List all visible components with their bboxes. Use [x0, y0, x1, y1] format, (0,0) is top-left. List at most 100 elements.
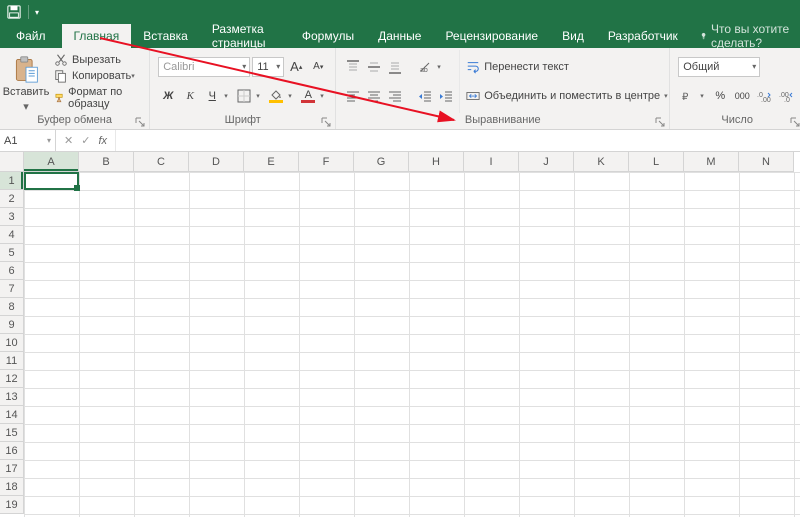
- align-left-button[interactable]: [344, 87, 362, 105]
- row-head-7[interactable]: 7: [0, 280, 24, 298]
- orientation-dropdown-icon[interactable]: ▾: [437, 63, 445, 71]
- increase-indent-button[interactable]: [437, 87, 455, 105]
- paste-dropdown-icon[interactable]: ▾: [23, 100, 29, 113]
- col-head-C[interactable]: C: [134, 152, 189, 172]
- formula-input[interactable]: [116, 130, 800, 151]
- col-head-B[interactable]: B: [79, 152, 134, 172]
- underline-dropdown-icon[interactable]: ▾: [224, 92, 232, 100]
- tab-home[interactable]: Главная: [62, 24, 132, 48]
- underline-button[interactable]: Ч: [202, 86, 222, 106]
- tell-me-search[interactable]: Что вы хотите сделать?: [690, 24, 800, 48]
- col-head-L[interactable]: L: [629, 152, 684, 172]
- orientation-button[interactable]: ab: [416, 58, 434, 76]
- tab-developer[interactable]: Разработчик: [596, 24, 690, 48]
- italic-button[interactable]: К: [180, 86, 200, 106]
- enter-formula-button[interactable]: ✓: [81, 134, 90, 147]
- row-head-17[interactable]: 17: [0, 460, 24, 478]
- borders-dropdown-icon[interactable]: ▾: [256, 92, 264, 100]
- svg-text:.0: .0: [784, 97, 790, 103]
- tab-data[interactable]: Данные: [366, 24, 433, 48]
- cancel-formula-button[interactable]: ✕: [64, 134, 73, 147]
- row-head-2[interactable]: 2: [0, 190, 24, 208]
- comma-style-button[interactable]: 000: [732, 86, 752, 106]
- row-head-15[interactable]: 15: [0, 424, 24, 442]
- decrease-font-button[interactable]: A▾: [308, 57, 328, 77]
- copy-button[interactable]: Копировать▾: [52, 68, 141, 84]
- align-middle-button[interactable]: [365, 58, 383, 76]
- bold-button[interactable]: Ж: [158, 86, 178, 106]
- row-head-11[interactable]: 11: [0, 352, 24, 370]
- accounting-format-button[interactable]: ₽: [678, 86, 698, 106]
- active-cell-border: [24, 172, 79, 190]
- alignment-launcher-icon[interactable]: [655, 117, 665, 127]
- increase-decimal-button[interactable]: .0.00: [754, 86, 774, 106]
- fill-dropdown-icon[interactable]: ▾: [288, 92, 296, 100]
- qat-dropdown-icon[interactable]: ▾: [35, 8, 39, 17]
- align-center-button[interactable]: [365, 87, 383, 105]
- percent-button[interactable]: %: [710, 86, 730, 106]
- row-head-18[interactable]: 18: [0, 478, 24, 496]
- tab-view[interactable]: Вид: [550, 24, 596, 48]
- font-launcher-icon[interactable]: [321, 117, 331, 127]
- cells-area[interactable]: [24, 172, 800, 517]
- col-head-E[interactable]: E: [244, 152, 299, 172]
- number-format-combo[interactable]: Общий: [678, 57, 760, 77]
- tab-insert[interactable]: Вставка: [131, 24, 200, 48]
- row-head-10[interactable]: 10: [0, 334, 24, 352]
- row-head-4[interactable]: 4: [0, 226, 24, 244]
- col-head-H[interactable]: H: [409, 152, 464, 172]
- row-head-5[interactable]: 5: [0, 244, 24, 262]
- group-label-alignment: Выравнивание: [336, 113, 669, 129]
- col-head-I[interactable]: I: [464, 152, 519, 172]
- row-head-6[interactable]: 6: [0, 262, 24, 280]
- col-head-G[interactable]: G: [354, 152, 409, 172]
- increase-font-button[interactable]: A▴: [286, 57, 306, 77]
- row-head-14[interactable]: 14: [0, 406, 24, 424]
- col-head-M[interactable]: M: [684, 152, 739, 172]
- save-icon[interactable]: [6, 4, 22, 20]
- name-box[interactable]: A1: [0, 130, 56, 151]
- accounting-dropdown-icon[interactable]: ▾: [700, 92, 708, 100]
- group-number: Общий ₽▾ % 000 .0.00 .00.0 Число: [670, 48, 800, 129]
- col-head-K[interactable]: K: [574, 152, 629, 172]
- select-all-corner[interactable]: [0, 152, 24, 172]
- row-head-16[interactable]: 16: [0, 442, 24, 460]
- row-head-13[interactable]: 13: [0, 388, 24, 406]
- clipboard-launcher-icon[interactable]: [135, 117, 145, 127]
- row-head-12[interactable]: 12: [0, 370, 24, 388]
- tab-file[interactable]: Файл: [0, 24, 62, 48]
- decrease-decimal-button[interactable]: .00.0: [776, 86, 796, 106]
- tab-formulas[interactable]: Формулы: [290, 24, 366, 48]
- insert-function-button[interactable]: fx: [98, 135, 107, 147]
- row-head-1[interactable]: 1: [0, 172, 24, 190]
- align-right-button[interactable]: [386, 87, 404, 105]
- align-top-button[interactable]: [344, 58, 362, 76]
- col-head-A[interactable]: A: [24, 152, 79, 172]
- row-head-3[interactable]: 3: [0, 208, 24, 226]
- font-color-button[interactable]: A: [298, 86, 318, 106]
- fill-color-button[interactable]: [266, 86, 286, 106]
- merge-dropdown-icon[interactable]: ▾: [664, 92, 668, 100]
- paste-button[interactable]: Вставить ▾: [4, 50, 48, 113]
- row-head-8[interactable]: 8: [0, 298, 24, 316]
- col-head-F[interactable]: F: [299, 152, 354, 172]
- wrap-text-button[interactable]: Перенести текст: [464, 59, 669, 75]
- font-size-combo[interactable]: 11: [252, 57, 284, 77]
- col-head-D[interactable]: D: [189, 152, 244, 172]
- row-head-9[interactable]: 9: [0, 316, 24, 334]
- format-painter-button[interactable]: Формат по образцу: [52, 85, 141, 111]
- tab-page-layout[interactable]: Разметка страницы: [200, 24, 290, 48]
- font-name-combo[interactable]: Calibri: [158, 57, 250, 77]
- col-head-J[interactable]: J: [519, 152, 574, 172]
- cut-button[interactable]: Вырезать: [52, 52, 141, 68]
- col-head-N[interactable]: N: [739, 152, 794, 172]
- number-launcher-icon[interactable]: [790, 117, 800, 127]
- merge-center-button[interactable]: Объединить и поместить в центре▾: [464, 88, 669, 104]
- align-bottom-button[interactable]: [386, 58, 404, 76]
- borders-button[interactable]: [234, 86, 254, 106]
- font-color-dropdown-icon[interactable]: ▾: [320, 92, 328, 100]
- decrease-indent-button[interactable]: [416, 87, 434, 105]
- tab-review[interactable]: Рецензирование: [433, 24, 550, 48]
- row-head-19[interactable]: 19: [0, 496, 24, 514]
- titlebar: ▾: [0, 0, 800, 24]
